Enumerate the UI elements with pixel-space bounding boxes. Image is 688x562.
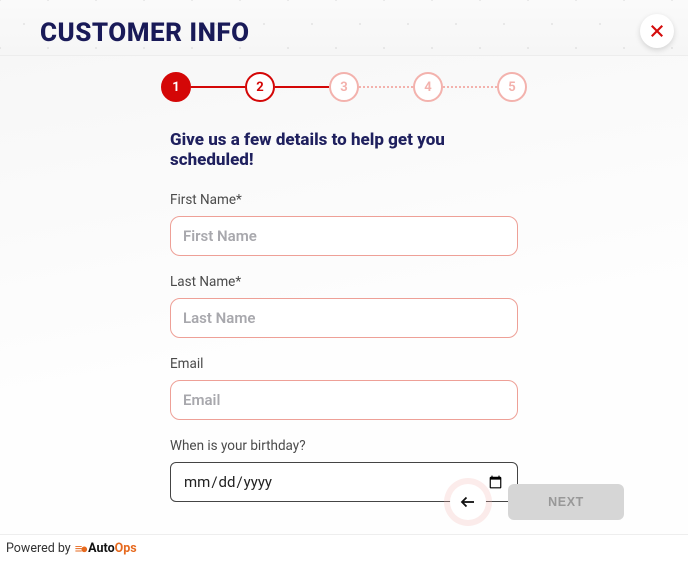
- step-connector: [191, 86, 245, 88]
- email-block: Email: [170, 356, 518, 420]
- progress-stepper: 1 2 3 4 5: [0, 56, 688, 102]
- step-4: 4: [413, 72, 443, 102]
- step-2: 2: [245, 72, 275, 102]
- footer-actions: NEXT: [450, 484, 624, 520]
- next-button[interactable]: NEXT: [508, 484, 624, 520]
- arrow-left-icon: [459, 493, 477, 511]
- step-1: 1: [161, 72, 191, 102]
- powered-by-footer: Powered by ≡● AutoOps: [0, 534, 688, 562]
- header: CUSTOMER INFO: [0, 0, 688, 56]
- back-button[interactable]: [450, 484, 486, 520]
- brand-logo: ≡● AutoOps: [75, 541, 137, 557]
- last-name-block: Last Name*: [170, 274, 518, 338]
- first-name-input[interactable]: [170, 216, 518, 256]
- page-title: CUSTOMER INFO: [40, 18, 688, 48]
- brand-icon: ≡●: [75, 541, 86, 557]
- brand-ops: Ops: [115, 541, 137, 556]
- form-subtitle: Give us a few details to help get you sc…: [170, 130, 518, 170]
- close-icon: [650, 24, 664, 38]
- last-name-input[interactable]: [170, 298, 518, 338]
- brand-auto: Auto: [88, 541, 114, 556]
- step-connector: [443, 86, 497, 88]
- birthday-label: When is your birthday?: [170, 438, 518, 454]
- last-name-label: Last Name*: [170, 274, 518, 290]
- body: 1 2 3 4 5 Give us a few details to help …: [0, 56, 688, 534]
- step-3: 3: [329, 72, 359, 102]
- step-connector: [359, 86, 413, 88]
- first-name-block: First Name*: [170, 192, 518, 256]
- email-label: Email: [170, 356, 518, 372]
- customer-form: Give us a few details to help get you sc…: [170, 130, 518, 502]
- email-input[interactable]: [170, 380, 518, 420]
- close-button[interactable]: [640, 14, 674, 48]
- step-connector: [275, 86, 329, 88]
- first-name-label: First Name*: [170, 192, 518, 208]
- step-5: 5: [497, 72, 527, 102]
- powered-by-label: Powered by: [6, 541, 71, 556]
